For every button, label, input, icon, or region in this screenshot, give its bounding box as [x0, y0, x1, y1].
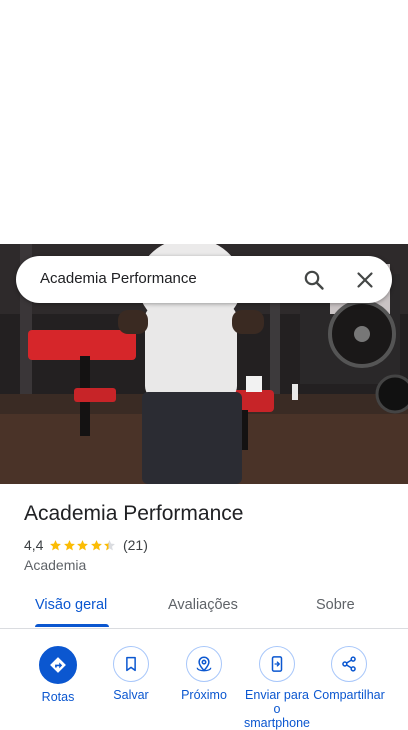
search-bar[interactable]: Academia Performance	[16, 256, 392, 303]
search-input[interactable]: Academia Performance	[40, 270, 197, 287]
directions-icon	[50, 657, 66, 673]
star-icon	[77, 539, 89, 550]
tab-about[interactable]: Sobre	[316, 597, 355, 613]
active-tab-indicator	[35, 624, 109, 627]
action-buttons: Rotas Salvar Próximo Enviar para o smart…	[0, 646, 408, 730]
share-icon	[342, 656, 356, 672]
directions-label: Rotas	[41, 690, 75, 704]
send-to-phone-label: Enviar para o smartphone	[243, 688, 310, 730]
directions-button[interactable]: Rotas	[22, 646, 94, 704]
bookmark-icon	[126, 656, 136, 672]
rating-stars	[49, 539, 117, 552]
close-icon[interactable]	[353, 268, 377, 292]
search-icon[interactable]	[302, 268, 326, 292]
place-tabs: Visão geral Avaliações Sobre	[0, 588, 408, 629]
save-label: Salvar	[113, 688, 149, 702]
nearby-icon	[196, 656, 212, 672]
review-count[interactable]: (21)	[123, 537, 148, 553]
tab-reviews[interactable]: Avaliações	[168, 597, 238, 613]
nearby-label: Próximo	[181, 688, 227, 702]
share-button[interactable]: Compartilhar	[313, 646, 385, 702]
send-to-phone-icon	[271, 656, 283, 672]
share-label: Compartilhar	[313, 688, 385, 702]
tab-overview[interactable]: Visão geral	[35, 597, 107, 613]
star-icon	[64, 539, 75, 550]
star-icon	[50, 539, 62, 550]
send-to-phone-button[interactable]: Enviar para o smartphone	[241, 646, 313, 730]
rating-value: 4,4	[24, 537, 44, 553]
nearby-button[interactable]: Próximo	[168, 646, 240, 702]
star-icon	[104, 539, 116, 550]
save-button[interactable]: Salvar	[95, 646, 167, 702]
place-title: Academia Performance	[24, 502, 244, 525]
place-category[interactable]: Academia	[24, 557, 86, 573]
star-icon	[91, 539, 102, 550]
rating-row[interactable]: 4,4 (21)	[24, 537, 148, 553]
